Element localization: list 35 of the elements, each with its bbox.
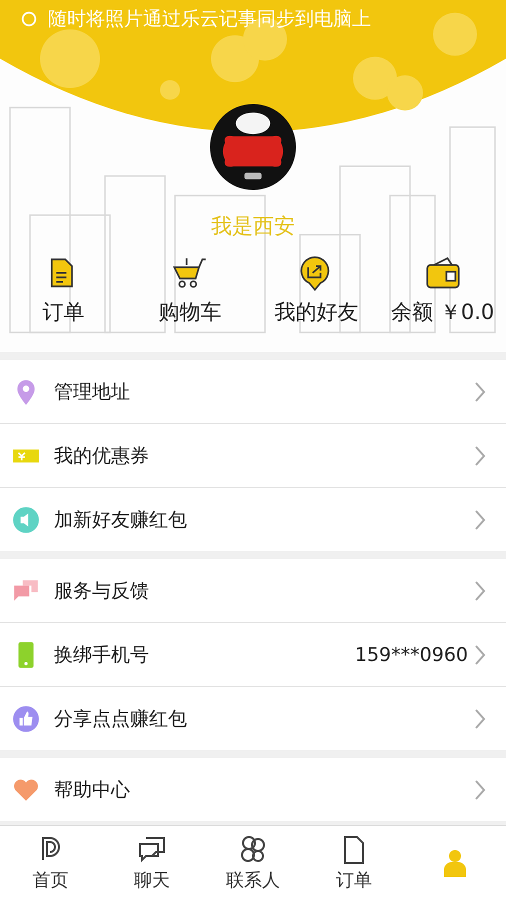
menu-label: 服务与反馈 (54, 578, 150, 604)
menu-label: 管理地址 (54, 380, 131, 404)
menu-item[interactable]: 管理地址 (0, 360, 506, 424)
chevron-icon (474, 708, 486, 730)
menu-item[interactable]: 帮助中心 (0, 758, 506, 821)
thumbs-up-icon (12, 704, 40, 732)
menu-label: 分享点点赚红包 (54, 706, 188, 732)
notification-text: 随时将照片通过乐云记事同步到电脑上 (48, 7, 371, 32)
chevron-icon (474, 380, 486, 402)
chevron-icon (474, 580, 486, 602)
menu-item[interactable]: 我的优惠券 (0, 424, 506, 488)
menu-item[interactable]: 加新好友赚红包 (0, 488, 506, 551)
menu-label: 换绑手机号 (54, 642, 150, 668)
menu-label: 加新好友赚红包 (54, 508, 188, 532)
chevron-icon (474, 644, 486, 666)
menu-item[interactable]: 换绑手机号 159***0960 (0, 623, 506, 687)
user-name: 我是西安 (211, 213, 295, 240)
tab[interactable]: 首页 (0, 826, 102, 900)
chevron-icon (474, 508, 486, 530)
shortcut-label[interactable]: 余额 ￥0.0 (391, 298, 494, 326)
shortcut-label[interactable]: 订单 (42, 298, 84, 326)
tab[interactable]: 联系人 (202, 826, 304, 900)
menu-item[interactable]: 分享点点赚红包 (0, 687, 506, 750)
shortcut-label[interactable]: 购物车 (158, 298, 222, 326)
notification-icon (20, 10, 38, 28)
tab[interactable]: 订单 (304, 826, 405, 900)
speaker-icon (12, 506, 40, 534)
chevron-icon (474, 778, 486, 800)
phone-number: 159***0960 (354, 644, 468, 666)
tab[interactable]: 聊天 (101, 826, 202, 900)
shortcut-label[interactable]: 我的好友 (274, 298, 358, 326)
menu-label: 帮助中心 (54, 778, 131, 802)
menu-label: 我的优惠券 (54, 444, 150, 468)
menu-item[interactable]: 服务与反馈 (0, 559, 506, 623)
chevron-icon (474, 444, 486, 466)
